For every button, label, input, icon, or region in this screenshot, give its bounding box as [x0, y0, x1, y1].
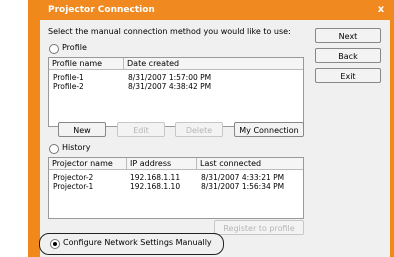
next-button[interactable]: Next — [315, 28, 381, 43]
profile-list[interactable]: Profile name Date created Profile-1 8/31… — [48, 57, 304, 127]
window-title: Projector Connection — [48, 5, 155, 15]
profile-row-name: Profile-2 — [53, 82, 84, 91]
profile-row-name: Profile-1 — [53, 73, 84, 82]
profile-radio-label: Profile — [62, 43, 87, 52]
profile-col-name[interactable]: Profile name — [49, 58, 124, 70]
history-row-last: 8/31/2007 4:33:21 PM — [201, 173, 285, 182]
delete-button[interactable]: Delete — [175, 122, 223, 137]
history-row-name: Projector-2 — [53, 173, 94, 182]
profile-row-date: 8/31/2007 1:57:00 PM — [128, 73, 212, 82]
register-to-profile-button[interactable]: Register to profile — [214, 220, 304, 235]
profile-row-date: 8/31/2007 4:38:42 PM — [128, 82, 212, 91]
exit-button[interactable]: Exit — [315, 68, 381, 83]
orange-frame-left-edge — [28, 0, 40, 257]
history-row-ip: 192.168.1.11 — [130, 173, 181, 182]
title-bar: Projector Connection x — [40, 0, 394, 20]
back-button[interactable]: Back — [315, 48, 381, 63]
close-icon[interactable]: x — [374, 3, 388, 17]
profile-col-date[interactable]: Date created — [124, 58, 303, 70]
instruction-text: Select the manual connection method you … — [48, 27, 291, 36]
configure-manually-label: Configure Network Settings Manually — [63, 238, 212, 247]
history-radio[interactable] — [49, 144, 59, 154]
my-connection-button[interactable]: My Connection — [234, 122, 304, 137]
configure-manually-radio[interactable] — [50, 239, 60, 249]
history-row-last: 8/31/2007 1:56:34 PM — [201, 182, 285, 191]
new-button[interactable]: New — [58, 122, 106, 137]
history-col-ip[interactable]: IP address — [127, 158, 197, 170]
profile-radio[interactable] — [49, 44, 59, 54]
dialog-client: Select the manual connection method you … — [39, 20, 390, 257]
edit-button[interactable]: Edit — [117, 122, 165, 137]
history-radio-label: History — [62, 143, 91, 152]
history-row-ip: 192.168.1.10 — [130, 182, 181, 191]
history-col-last[interactable]: Last connected — [197, 158, 303, 170]
history-row-name: Projector-1 — [53, 182, 94, 191]
history-list[interactable]: Projector name IP address Last connected… — [48, 157, 304, 219]
history-col-name[interactable]: Projector name — [49, 158, 127, 170]
